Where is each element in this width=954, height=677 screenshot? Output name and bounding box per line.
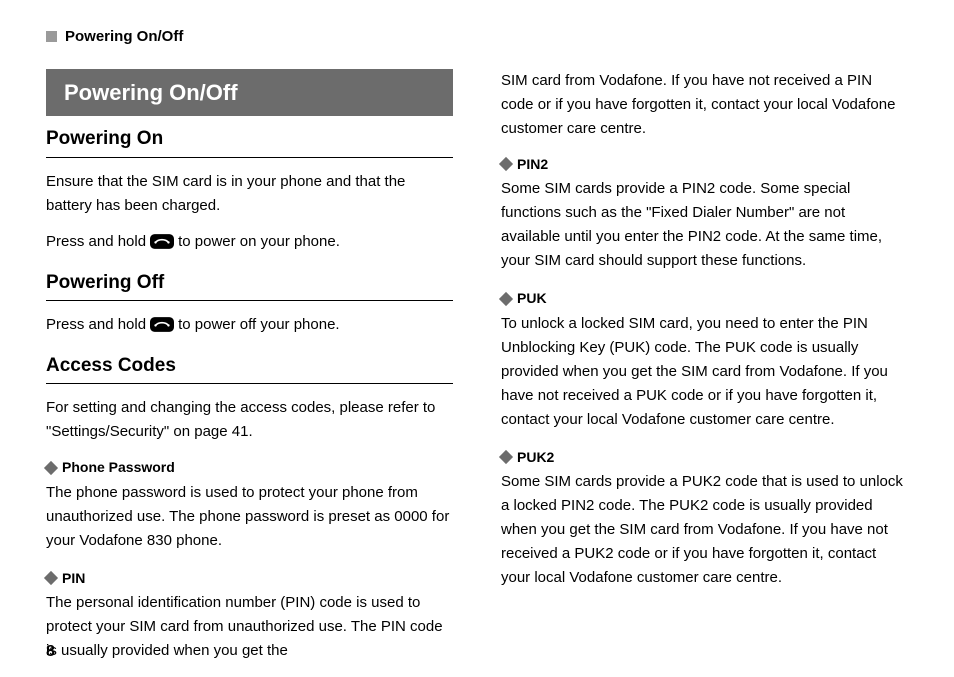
definition-heading: PIN: [46, 567, 453, 589]
end-call-key-icon: [150, 317, 174, 332]
definition-item: PUK To unlock a locked SIM card, you nee…: [501, 287, 908, 431]
heading-rule: [46, 383, 453, 384]
section-heading-powering-on: Powering On: [46, 124, 453, 154]
definition-body: To unlock a locked SIM card, you need to…: [501, 312, 908, 432]
page-number: 8: [46, 643, 55, 661]
right-column: SIM card from Vodafone. If you have not …: [501, 69, 908, 677]
definition-label: PIN2: [517, 153, 548, 175]
definition-body: Some SIM cards provide a PUK2 code that …: [501, 470, 908, 590]
running-header-text: Powering On/Off: [65, 28, 183, 45]
body-text: Ensure that the SIM card is in your phon…: [46, 170, 453, 218]
definition-item: PIN The personal identification number (…: [46, 567, 453, 663]
definition-body: The phone password is used to protect yo…: [46, 481, 453, 553]
definition-heading: PIN2: [501, 153, 908, 175]
section-heading-powering-off: Powering Off: [46, 268, 453, 298]
left-column: Powering On/Off Powering On Ensure that …: [46, 69, 453, 677]
text-fragment: to power on your phone.: [178, 230, 340, 254]
text-fragment: Press and hold: [46, 313, 146, 337]
diamond-bullet-icon: [44, 571, 58, 585]
header-bullet-icon: [46, 31, 57, 42]
diamond-bullet-icon: [499, 450, 513, 464]
definition-item: PUK2 Some SIM cards provide a PUK2 code …: [501, 446, 908, 590]
heading-rule: [46, 157, 453, 158]
diamond-bullet-icon: [499, 292, 513, 306]
definition-heading: PUK: [501, 287, 908, 309]
chapter-title: Powering On/Off: [46, 69, 453, 116]
diamond-bullet-icon: [44, 460, 58, 474]
body-text: For setting and changing the access code…: [46, 396, 453, 444]
body-text: Press and hold to power off your phone.: [46, 313, 453, 337]
running-header: Powering On/Off: [46, 28, 908, 45]
definition-label: PUK2: [517, 446, 554, 468]
definition-label: PUK: [517, 287, 547, 309]
text-fragment: to power off your phone.: [178, 313, 340, 337]
definition-body: The personal identification number (PIN)…: [46, 591, 453, 663]
body-text: SIM card from Vodafone. If you have not …: [501, 69, 908, 141]
text-fragment: Press and hold: [46, 230, 146, 254]
heading-rule: [46, 300, 453, 301]
definition-item: Phone Password The phone password is use…: [46, 456, 453, 552]
definition-item: PIN2 Some SIM cards provide a PIN2 code.…: [501, 153, 908, 273]
definition-label: PIN: [62, 567, 85, 589]
definition-heading: PUK2: [501, 446, 908, 468]
content-columns: Powering On/Off Powering On Ensure that …: [46, 69, 908, 677]
body-text: Press and hold to power on your phone.: [46, 230, 453, 254]
definition-heading: Phone Password: [46, 456, 453, 478]
section-heading-access-codes: Access Codes: [46, 351, 453, 381]
definition-body: Some SIM cards provide a PIN2 code. Some…: [501, 177, 908, 273]
end-call-key-icon: [150, 234, 174, 249]
diamond-bullet-icon: [499, 157, 513, 171]
document-page: Powering On/Off Powering On/Off Powering…: [0, 0, 954, 677]
definition-label: Phone Password: [62, 456, 175, 478]
